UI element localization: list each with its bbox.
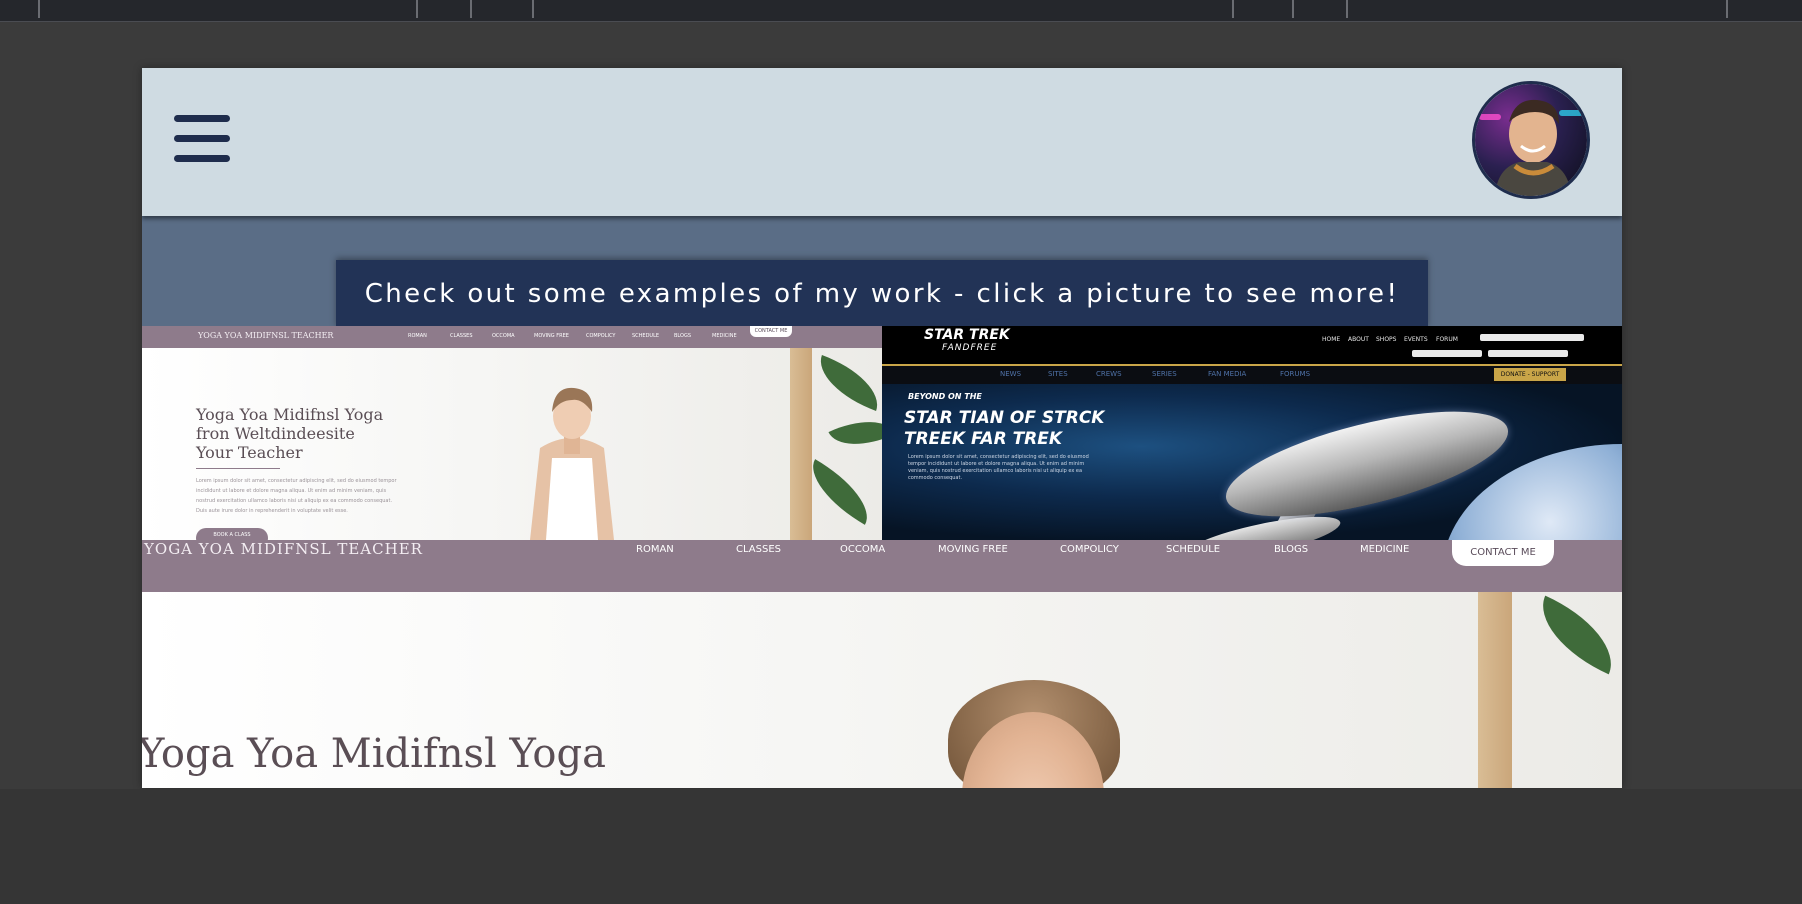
site-header: [142, 68, 1622, 216]
trek-thumb-search-field: [1480, 334, 1584, 341]
yoga-preview-nav-item[interactable]: COMPOLICY: [1060, 544, 1119, 555]
trek-thumb-title: STAR TIAN OF STRCK TREEK FAR TREK: [904, 408, 1105, 449]
star-trek-site-thumbnail[interactable]: STAR TREK FANDFREE HOME ABOUT SHOPS EVEN…: [882, 326, 1622, 540]
yoga-preview-contact-button[interactable]: CONTACT ME: [1452, 540, 1554, 566]
yoga-thumb-body-line: Lorem ipsum dolor sit amet, consectetur …: [196, 478, 397, 484]
trek-thumb-nav-item: FAN MEDIA: [1208, 370, 1247, 378]
yoga-preview-nav-item[interactable]: BLOGS: [1274, 544, 1308, 555]
trek-thumb-body: Lorem ipsum dolor sit amet, consectetur …: [908, 454, 1089, 481]
hamburger-menu-icon[interactable]: [174, 115, 230, 165]
yoga-thumb-body-line: Duis aute irure dolor in reprehenderit i…: [196, 508, 348, 514]
top-bar-divider: [1346, 0, 1348, 18]
yoga-preview-brand: YOGA YOA MIDIFNSL TEACHER: [144, 540, 423, 558]
yoga-woman-illustration: [530, 387, 614, 540]
wooden-pillar: [790, 348, 812, 540]
workspace-bottom-area: [0, 789, 1802, 904]
yoga-thumb-book-button: BOOK A CLASS: [196, 528, 268, 540]
yoga-thumb-nav-item: MEDICINE: [712, 333, 737, 339]
trek-thumb-nav-item: SITES: [1048, 370, 1068, 378]
yoga-preview-nav-item[interactable]: CLASSES: [736, 544, 781, 555]
yoga-preview-nav-item[interactable]: OCCOMA: [840, 544, 885, 555]
trek-thumb-nav-item: NEWS: [1000, 370, 1022, 378]
yoga-preview-nav: YOGA YOA MIDIFNSL TEACHER ROMAN CLASSES …: [142, 540, 1622, 592]
yoga-thumb-body-line: nostrud exercitation ullamco laboris nis…: [196, 498, 393, 504]
trek-thumb-space-scene: BEYOND ON THE STAR TIAN OF STRCK TREEK F…: [882, 384, 1622, 540]
top-bar-divider: [1726, 0, 1728, 18]
trek-thumb-top-link: SHOPS: [1376, 336, 1397, 343]
yoga-thumb-title-line: Your Teacher: [196, 443, 303, 462]
banner-title: Check out some examples of my work - cli…: [336, 260, 1428, 328]
yoga-thumb-nav-item: SCHEDULE: [632, 333, 660, 339]
yoga-thumb-title-line: fron Weltdindeesite: [196, 424, 355, 443]
yoga-thumb-contact-button: CONTACT ME: [750, 326, 792, 337]
trek-thumb-top-link: HOME: [1322, 336, 1341, 343]
yoga-thumb-nav-item: CLASSES: [450, 333, 473, 339]
top-bar-divider: [1232, 0, 1234, 18]
trek-thumb-nav-item: SERIES: [1152, 370, 1177, 378]
trek-thumb-nav-item: FORUMS: [1280, 370, 1311, 378]
avatar-photo-icon: [1475, 84, 1587, 196]
yoga-preview-hero: Yoga Yoa Midifnsl Yoga: [142, 592, 1622, 788]
yoga-thumb-nav: YOGA YOA MIDIFNSL TEACHER ROMAN CLASSES …: [142, 326, 882, 348]
browser-top-bar: [0, 0, 1802, 22]
trek-thumb-nav-item: CREWS: [1096, 370, 1122, 378]
trek-thumb-top-link: EVENTS: [1404, 336, 1428, 343]
yoga-thumb-divider: [196, 468, 280, 469]
yoga-preview-nav-item[interactable]: MEDICINE: [1360, 544, 1409, 555]
trek-thumb-kicker: BEYOND ON THE: [908, 392, 982, 401]
yoga-preview-nav-item[interactable]: MOVING FREE: [938, 544, 1008, 555]
top-bar-divider: [470, 0, 472, 18]
yoga-thumb-title-line: Yoga Yoa Midifnsl Yoga: [196, 405, 384, 424]
yoga-preview-title: Yoga Yoa Midifnsl Yoga: [142, 731, 606, 777]
top-bar-divider: [1292, 0, 1294, 18]
yoga-thumb-nav-item: OCCOMA: [492, 333, 515, 339]
trek-thumb-password-field: [1488, 350, 1568, 357]
trek-thumb-login-field: [1412, 350, 1482, 357]
yoga-thumb-nav-item: ROMAN: [408, 333, 427, 339]
top-bar-divider: [416, 0, 418, 18]
yoga-thumb-body-line: incididunt ut labore et dolore magna ali…: [196, 488, 387, 494]
top-bar-divider: [532, 0, 534, 18]
yoga-thumb-nav-item: COMPOLICY: [586, 333, 616, 339]
yoga-preview-nav-item[interactable]: ROMAN: [636, 544, 674, 555]
yoga-thumb-nav-item: BLOGS: [674, 333, 692, 339]
yoga-site-thumbnail[interactable]: YOGA YOA MIDIFNSL TEACHER ROMAN CLASSES …: [142, 326, 882, 540]
yoga-preview-nav-item[interactable]: SCHEDULE: [1166, 544, 1220, 555]
profile-avatar[interactable]: [1472, 81, 1590, 199]
trek-thumb-brand: STAR TREK: [924, 327, 1010, 343]
trek-thumb-top-link: FORUM: [1436, 336, 1458, 343]
wooden-pillar: [1478, 592, 1512, 788]
trek-thumb-subbrand: FANDFREE: [942, 343, 998, 353]
trek-thumb-top-bar: STAR TREK FANDFREE HOME ABOUT SHOPS EVEN…: [882, 326, 1622, 364]
yoga-thumb-nav-item: MOVING FREE: [534, 333, 569, 339]
trek-thumb-nav: NEWS SITES CREWS SERIES FAN MEDIA FORUMS…: [882, 364, 1622, 386]
trek-thumb-donate-button: DONATE - SUPPORT: [1494, 368, 1566, 381]
work-examples-banner: Check out some examples of my work - cli…: [142, 216, 1622, 328]
trek-thumb-top-link: ABOUT: [1348, 336, 1369, 343]
portfolio-page: Check out some examples of my work - cli…: [142, 68, 1622, 788]
top-bar-divider: [38, 0, 40, 18]
yoga-thumb-brand: YOGA YOA MIDIFNSL TEACHER: [198, 331, 334, 340]
